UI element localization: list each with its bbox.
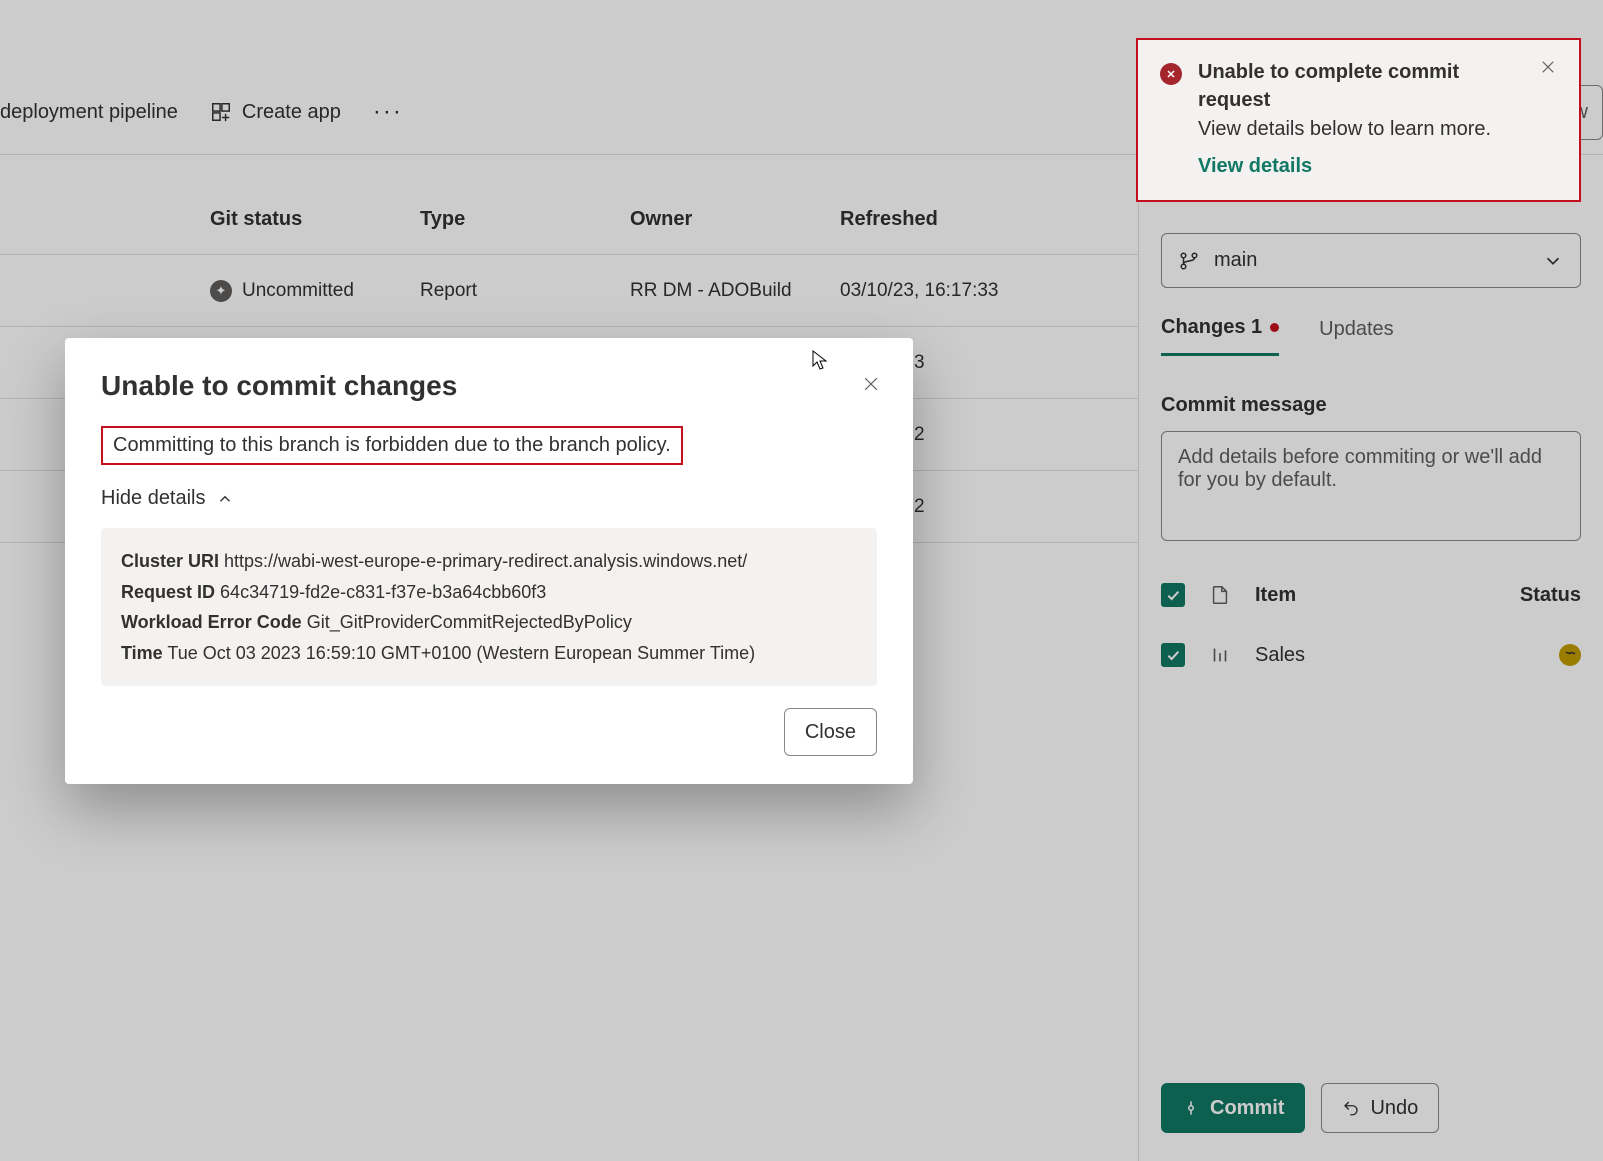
modal-title: Unable to commit changes bbox=[101, 370, 877, 402]
toast-body: View details below to learn more. bbox=[1198, 118, 1523, 141]
error-details-box: Cluster URI https://wabi-west-europe-e-p… bbox=[101, 528, 877, 686]
cluster-uri-value: https://wabi-west-europe-e-primary-redir… bbox=[224, 551, 747, 571]
cluster-uri-label: Cluster URI bbox=[121, 551, 219, 571]
chevron-up-icon bbox=[216, 490, 234, 508]
workload-error-label: Workload Error Code bbox=[121, 612, 302, 632]
request-id-value: 64c34719-fd2e-c831-f37e-b3a64cbb60f3 bbox=[220, 582, 546, 602]
modal-close-action-button[interactable]: Close bbox=[784, 708, 877, 756]
error-icon bbox=[1160, 63, 1182, 85]
modal-close-button[interactable] bbox=[861, 374, 881, 394]
hide-details-toggle[interactable]: Hide details bbox=[101, 487, 877, 510]
app-root: deployment pipeline Create app ··· Sourc… bbox=[0, 0, 1603, 1161]
time-label: Time bbox=[121, 643, 163, 663]
toast-close-button[interactable] bbox=[1539, 58, 1557, 178]
request-id-label: Request ID bbox=[121, 582, 215, 602]
workload-error-value: Git_GitProviderCommitRejectedByPolicy bbox=[307, 612, 632, 632]
error-toast: Unable to complete commit request View d… bbox=[1136, 38, 1581, 202]
time-value: Tue Oct 03 2023 16:59:10 GMT+0100 (Weste… bbox=[167, 643, 755, 663]
toast-view-details-link[interactable]: View details bbox=[1198, 155, 1312, 178]
modal-error-message: Committing to this branch is forbidden d… bbox=[101, 426, 683, 465]
toast-title: Unable to complete commit request bbox=[1198, 58, 1523, 114]
hide-details-label: Hide details bbox=[101, 487, 206, 510]
error-modal: Unable to commit changes Committing to t… bbox=[65, 338, 913, 784]
